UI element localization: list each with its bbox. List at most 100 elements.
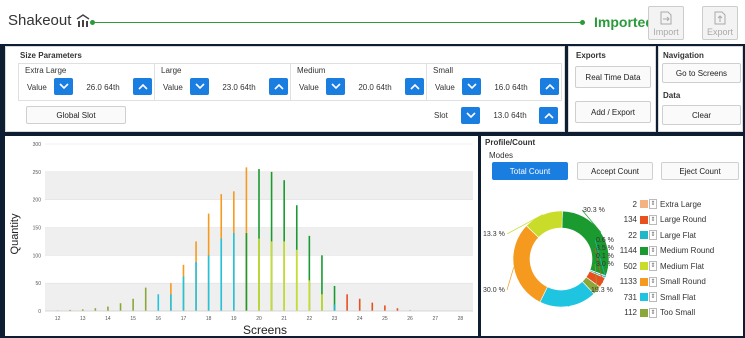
status-text: Imported xyxy=(594,14,654,30)
size-parameters-title: Size Parameters xyxy=(20,51,82,60)
chevron-up-icon xyxy=(543,112,554,119)
add-export-button[interactable]: Add / Export xyxy=(575,101,651,123)
global-slot-button[interactable]: Global Slot xyxy=(26,106,126,124)
small-decrease-button[interactable] xyxy=(462,78,481,95)
extra-large-increase-button[interactable] xyxy=(133,78,152,95)
histogram-bar xyxy=(107,306,109,311)
legend-swatch[interactable] xyxy=(640,277,648,286)
x-tick-label: 15 xyxy=(130,316,136,322)
y-tick-label: 250 xyxy=(33,170,42,176)
go-to-screens-button[interactable]: Go to Screens xyxy=(662,63,741,83)
small-group: Small Value 16.0 64th xyxy=(426,63,562,101)
legend-swatch[interactable] xyxy=(640,246,648,255)
legend-swatch[interactable] xyxy=(640,231,648,239)
extra-large-value[interactable]: 26.0 64th xyxy=(75,83,131,92)
medium-value[interactable]: 20.0 64th xyxy=(347,83,403,92)
data-title: Data xyxy=(663,91,681,100)
legend-row[interactable]: 22 ⇕ Large Flat xyxy=(609,229,696,241)
shaker-icon xyxy=(77,13,90,27)
large-value-label: Value xyxy=(163,83,183,92)
chevron-up-icon xyxy=(409,83,420,90)
legend-row[interactable]: 2 ⇕ Extra Large xyxy=(609,198,701,210)
legend-row[interactable]: 1144 ⇕ Medium Round xyxy=(609,245,714,257)
medium-decrease-button[interactable] xyxy=(326,78,345,95)
small-value[interactable]: 16.0 64th xyxy=(483,83,539,92)
x-tick-label: 27 xyxy=(432,316,438,322)
x-tick-label: 25 xyxy=(382,316,388,322)
export-label: Export xyxy=(706,27,733,37)
exports-panel: Exports Real Time Data Add / Export xyxy=(568,46,656,132)
donut-label: 30.0 % xyxy=(483,287,505,294)
total-count-mode-button[interactable]: Total Count xyxy=(492,162,568,180)
legend-row[interactable]: 1133 ⇕ Small Round xyxy=(609,276,706,288)
x-tick-label: 24 xyxy=(357,316,363,322)
slot-decrease-button[interactable] xyxy=(461,107,480,124)
legend-label: Small Flat xyxy=(660,292,696,302)
histogram-bar xyxy=(283,241,285,311)
histogram-bar xyxy=(346,294,348,311)
spinner-icon[interactable]: ⇕ xyxy=(649,261,657,271)
chevron-down-icon xyxy=(58,83,69,90)
spinner-icon[interactable]: ⇕ xyxy=(649,245,657,256)
y-tick-label: 50 xyxy=(35,281,41,287)
medium-increase-button[interactable] xyxy=(405,78,424,95)
size-parameters-panel: Size Parameters Extra Large Value 26.0 6… xyxy=(5,46,565,132)
export-icon xyxy=(714,11,726,25)
large-value[interactable]: 23.0 64th xyxy=(211,83,267,92)
extra-large-title: Extra Large xyxy=(25,66,67,75)
navigation-panel: Navigation Go to Screens Data Clear xyxy=(658,46,743,132)
histogram-chart: 0 50 100 150 200 250 300 12 13 14 15 16 17 18 19 20 21 22… xyxy=(9,142,473,337)
legend-swatch[interactable] xyxy=(640,200,648,208)
y-tick-label: 0 xyxy=(38,309,41,315)
legend-swatch[interactable] xyxy=(640,215,648,224)
real-time-data-button[interactable]: Real Time Data xyxy=(575,66,651,88)
legend-row[interactable]: 134 ⇕ Large Round xyxy=(609,214,706,226)
large-decrease-button[interactable] xyxy=(190,78,209,95)
legend-row[interactable]: 112 ⇕ Too Small xyxy=(609,307,695,319)
x-tick-label: 23 xyxy=(332,316,338,322)
app-title: Shakeout xyxy=(8,12,91,29)
modes-label: Modes xyxy=(489,151,514,160)
accept-count-mode-button[interactable]: Accept Count xyxy=(577,162,653,180)
y-tick-label: 200 xyxy=(33,198,42,204)
clear-button[interactable]: Clear xyxy=(662,105,741,125)
medium-group: Medium Value 20.0 64th xyxy=(290,63,428,101)
spinner-icon[interactable]: ⇕ xyxy=(649,199,657,209)
histogram-bar xyxy=(371,302,374,311)
small-increase-button[interactable] xyxy=(540,78,559,95)
chevron-down-icon xyxy=(330,83,341,90)
slot-value[interactable]: 13.0 64th xyxy=(482,111,538,120)
slot-increase-button[interactable] xyxy=(539,107,558,124)
eject-count-mode-button[interactable]: Eject Count xyxy=(661,162,739,180)
navigation-title: Navigation xyxy=(663,51,704,60)
title-divider xyxy=(90,20,585,25)
title-bar: Shakeout Imported Import Export xyxy=(0,0,745,44)
spinner-icon[interactable]: ⇕ xyxy=(649,214,657,225)
x-tick-label: 13 xyxy=(80,316,86,322)
slot-label: Slot xyxy=(434,111,448,120)
spinner-icon[interactable]: ⇕ xyxy=(649,230,657,240)
histogram-bar xyxy=(358,298,361,311)
histogram-bar xyxy=(384,305,386,311)
extra-large-decrease-button[interactable] xyxy=(54,78,73,95)
y-axis-label: Quantity xyxy=(9,213,21,254)
legend-label: Too Small xyxy=(660,308,696,317)
import-button[interactable]: Import xyxy=(648,6,684,40)
spinner-icon[interactable]: ⇕ xyxy=(649,307,657,318)
spinner-icon[interactable]: ⇕ xyxy=(649,292,657,302)
large-group: Large Value 23.0 64th xyxy=(154,63,292,101)
legend-row[interactable]: 502 ⇕ Medium Flat xyxy=(609,260,704,272)
x-tick-label: 21 xyxy=(281,316,287,322)
y-tick-label: 100 xyxy=(33,253,42,259)
legend-count: 1144 xyxy=(619,246,637,255)
export-button[interactable]: Export xyxy=(702,6,738,40)
legend-swatch[interactable] xyxy=(640,293,648,301)
legend-count: 731 xyxy=(623,292,637,302)
spinner-icon[interactable]: ⇕ xyxy=(649,276,657,287)
histogram-bar xyxy=(333,304,336,311)
chevron-down-icon xyxy=(194,83,205,90)
legend-row[interactable]: 731 ⇕ Small Flat xyxy=(609,291,696,303)
large-increase-button[interactable] xyxy=(269,78,288,95)
legend-swatch[interactable] xyxy=(640,308,648,317)
legend-swatch[interactable] xyxy=(640,262,648,270)
